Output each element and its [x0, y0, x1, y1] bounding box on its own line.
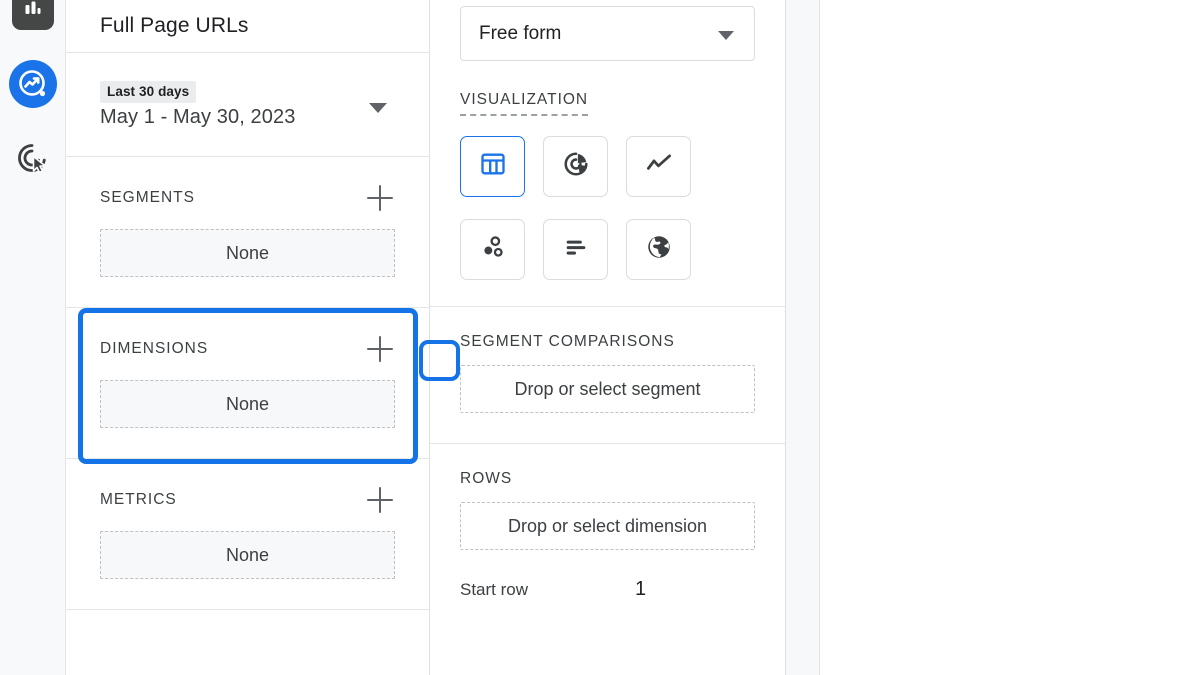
- explore-analytics-icon: [9, 60, 57, 108]
- dimensions-section: DIMENSIONS None: [66, 308, 429, 459]
- rows-placeholder: Drop or select dimension: [507, 515, 708, 536]
- metrics-value: None: [225, 544, 270, 565]
- add-dimension-button[interactable]: [365, 334, 395, 364]
- dimensions-dropzone[interactable]: None: [100, 380, 395, 428]
- viz-option-line-chart[interactable]: [626, 136, 691, 197]
- rail-item-explore[interactable]: [0, 60, 66, 108]
- rows-dropzone[interactable]: Drop or select dimension: [460, 502, 755, 550]
- rows-label: ROWS: [460, 470, 513, 487]
- date-range-badge: Last 30 days: [100, 80, 197, 103]
- segment-comparisons-placeholder: Drop or select segment: [514, 378, 701, 399]
- technique-select[interactable]: Free form: [460, 6, 755, 61]
- target-cursor-icon: [13, 139, 53, 184]
- left-nav-rail: [0, 0, 66, 675]
- segment-comparisons-section: SEGMENT COMPARISONS Drop or select segme…: [430, 307, 785, 444]
- rail-item-advertising[interactable]: [0, 137, 66, 185]
- segments-value: None: [225, 242, 270, 263]
- add-segment-button[interactable]: [365, 183, 395, 213]
- bar-chart-icon: [562, 233, 590, 266]
- segments-dropzone[interactable]: None: [100, 229, 395, 277]
- panel-gutter: [786, 0, 820, 675]
- visualization-label: VISUALIZATION: [460, 91, 589, 116]
- date-range-selector[interactable]: Last 30 days May 1 - May 30, 2023: [66, 53, 429, 157]
- dimensions-value: None: [225, 393, 270, 414]
- chevron-down-icon[interactable]: [718, 30, 734, 40]
- start-row-field[interactable]: Start row 1: [430, 578, 785, 601]
- exploration-title-section: Full Page URLs: [66, 0, 429, 53]
- start-row-label: Start row: [460, 579, 529, 599]
- metrics-dropzone[interactable]: None: [100, 531, 395, 579]
- segment-comparisons-dropzone[interactable]: Drop or select segment: [460, 365, 755, 413]
- variables-panel: Full Page URLs Last 30 days May 1 - May …: [66, 0, 460, 675]
- rows-section: ROWS Drop or select dimension Start row …: [430, 444, 785, 601]
- line-chart-icon: [644, 149, 674, 184]
- dimensions-label: DIMENSIONS: [100, 340, 209, 357]
- viz-option-scatter-plot[interactable]: [460, 219, 525, 280]
- viz-option-bar-chart[interactable]: [543, 219, 608, 280]
- technique-section: Free form VISUALIZATION: [430, 6, 785, 307]
- viz-option-geo-map[interactable]: [626, 219, 691, 280]
- rail-item-reports[interactable]: [0, 0, 66, 32]
- technique-value: Free form: [479, 22, 562, 44]
- segments-section: SEGMENTS None: [66, 157, 429, 308]
- donut-chart-icon: [562, 150, 590, 183]
- ga4-exploration-screen: Full Page URLs Last 30 days May 1 - May …: [0, 0, 1200, 675]
- metrics-section: METRICS None: [66, 459, 429, 610]
- geo-map-icon: [644, 232, 674, 267]
- metrics-label: METRICS: [100, 491, 177, 508]
- add-metric-button[interactable]: [365, 485, 395, 515]
- scatter-plot-icon: [479, 233, 507, 266]
- free-form-table-icon: [479, 150, 507, 183]
- chevron-down-icon[interactable]: [369, 102, 387, 113]
- tab-settings-panel: Free form VISUALIZATION SEGMENT COMPARIS…: [430, 0, 786, 675]
- segment-comparisons-label: SEGMENT COMPARISONS: [460, 333, 675, 350]
- start-row-value: 1: [635, 578, 647, 600]
- bar-chart-icon: [12, 0, 54, 30]
- date-range-value: May 1 - May 30, 2023: [100, 105, 296, 128]
- page-title: Full Page URLs: [100, 14, 249, 37]
- visualization-type-grid: [430, 116, 785, 306]
- viz-option-free-form-table[interactable]: [460, 136, 525, 197]
- viz-option-donut-chart[interactable]: [543, 136, 608, 197]
- exploration-canvas: [820, 0, 1200, 675]
- segments-label: SEGMENTS: [100, 189, 195, 206]
